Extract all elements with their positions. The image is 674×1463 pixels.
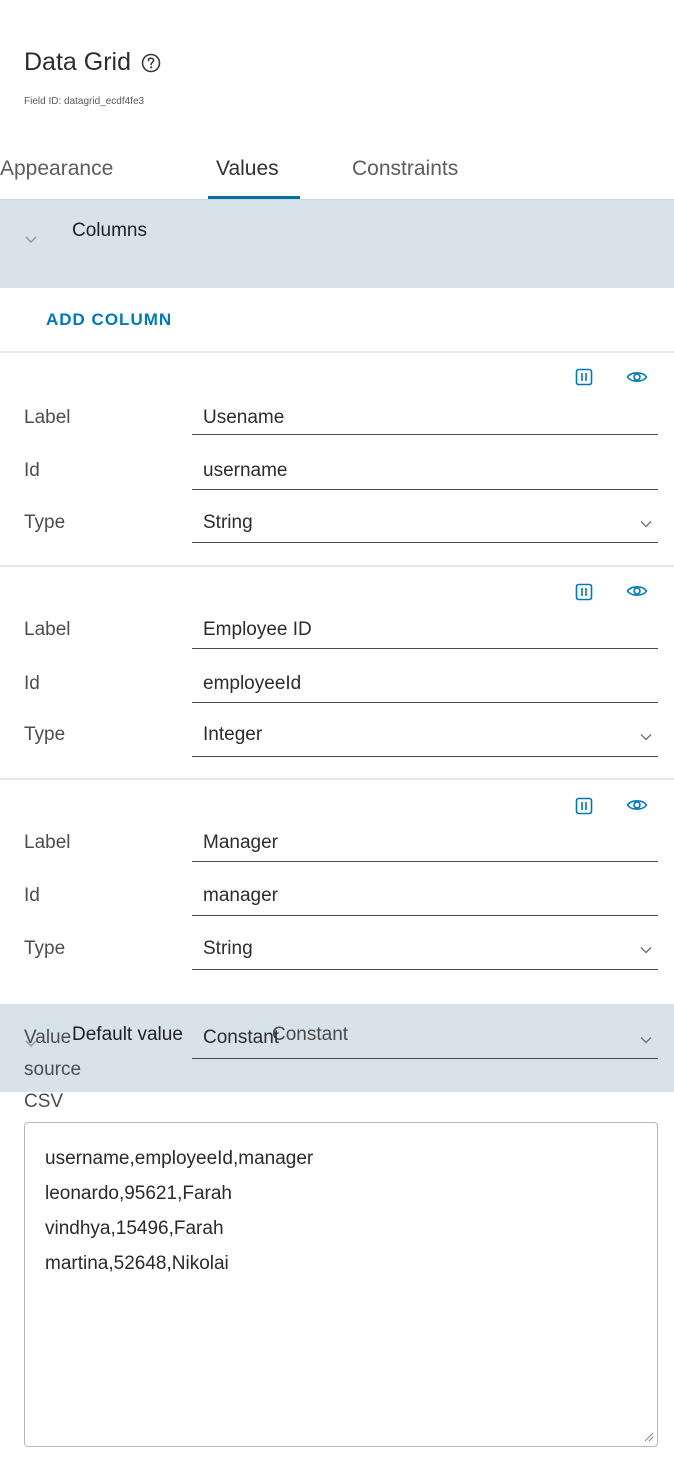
column-settings-icon[interactable] [575, 797, 593, 815]
column-id-input[interactable]: manager [203, 885, 278, 907]
chevron-down-icon[interactable] [640, 946, 652, 954]
divider [0, 351, 674, 353]
column-id-caption: Id [24, 460, 40, 481]
default-value-section-title: Default value [72, 1024, 183, 1045]
chevron-down-icon [25, 236, 37, 244]
divider [0, 565, 674, 567]
tab-constraints[interactable]: Constraints [352, 157, 458, 200]
columns-section-header[interactable]: Columns [0, 200, 674, 288]
eye-icon[interactable] [626, 582, 648, 600]
title-text: Data Grid [24, 48, 131, 76]
column-type-caption: Type [24, 724, 66, 745]
input-underline [192, 702, 658, 703]
column-settings-icon[interactable] [575, 583, 593, 601]
field-id: Field ID: datagrid_ecdf4fe3 [24, 96, 144, 107]
input-underline [192, 915, 658, 916]
columns-section-title: Columns [72, 220, 147, 241]
input-underline [192, 861, 658, 862]
csv-caption: CSV [24, 1091, 64, 1112]
column-type-caption: Type [24, 938, 66, 959]
field-id-label: Field ID: [24, 96, 62, 107]
chevron-down-icon[interactable] [640, 733, 652, 741]
column-id-caption: Id [24, 673, 40, 694]
input-underline [192, 1058, 658, 1059]
eye-icon[interactable] [626, 796, 648, 814]
input-underline [192, 489, 658, 490]
value-source-caption-line2: source [24, 1059, 82, 1080]
value-source-select[interactable]: Constant [203, 1027, 279, 1049]
column-settings-icon[interactable] [575, 368, 593, 386]
column-type-select[interactable]: Integer [203, 724, 262, 746]
column-type-select[interactable]: String [203, 512, 253, 534]
field-id-value: datagrid_ecdf4fe3 [64, 96, 145, 107]
chevron-down-icon[interactable] [640, 520, 652, 528]
tab-bar: Appearance Values Constraints [0, 157, 674, 200]
help-circle-icon[interactable] [141, 53, 161, 73]
chevron-down-icon[interactable] [640, 1036, 652, 1044]
default-value-summary: Constant [272, 1024, 349, 1045]
tab-values[interactable]: Values [216, 157, 279, 200]
resize-handle-icon[interactable] [642, 1430, 654, 1442]
input-underline [192, 648, 658, 649]
column-type-caption: Type [24, 512, 66, 533]
column-label-input[interactable]: Employee ID [203, 619, 312, 641]
column-label-caption: Label [24, 832, 71, 853]
column-label-caption: Label [24, 619, 71, 640]
input-underline [192, 969, 658, 970]
input-underline [192, 542, 658, 543]
value-source-caption-line1: Value [24, 1027, 72, 1048]
column-id-caption: Id [24, 885, 40, 906]
csv-textarea[interactable]: username,employeeId,manager leonardo,956… [24, 1122, 658, 1447]
divider [0, 778, 674, 780]
tab-appearance[interactable]: Appearance [0, 157, 113, 200]
input-underline [192, 756, 658, 757]
add-column-button[interactable]: ADD COLUMN [46, 310, 172, 330]
default-value-section-header[interactable]: Default value Constant [0, 1004, 674, 1092]
page-title: Data Grid [24, 48, 161, 77]
column-label-input[interactable]: Manager [203, 832, 278, 854]
column-label-caption: Label [24, 407, 71, 428]
column-type-select[interactable]: String [203, 938, 253, 960]
eye-icon[interactable] [626, 368, 648, 386]
column-id-input[interactable]: employeeId [203, 673, 301, 695]
column-id-input[interactable]: username [203, 460, 288, 482]
input-underline [192, 434, 658, 435]
column-label-input[interactable]: Usename [203, 407, 284, 429]
